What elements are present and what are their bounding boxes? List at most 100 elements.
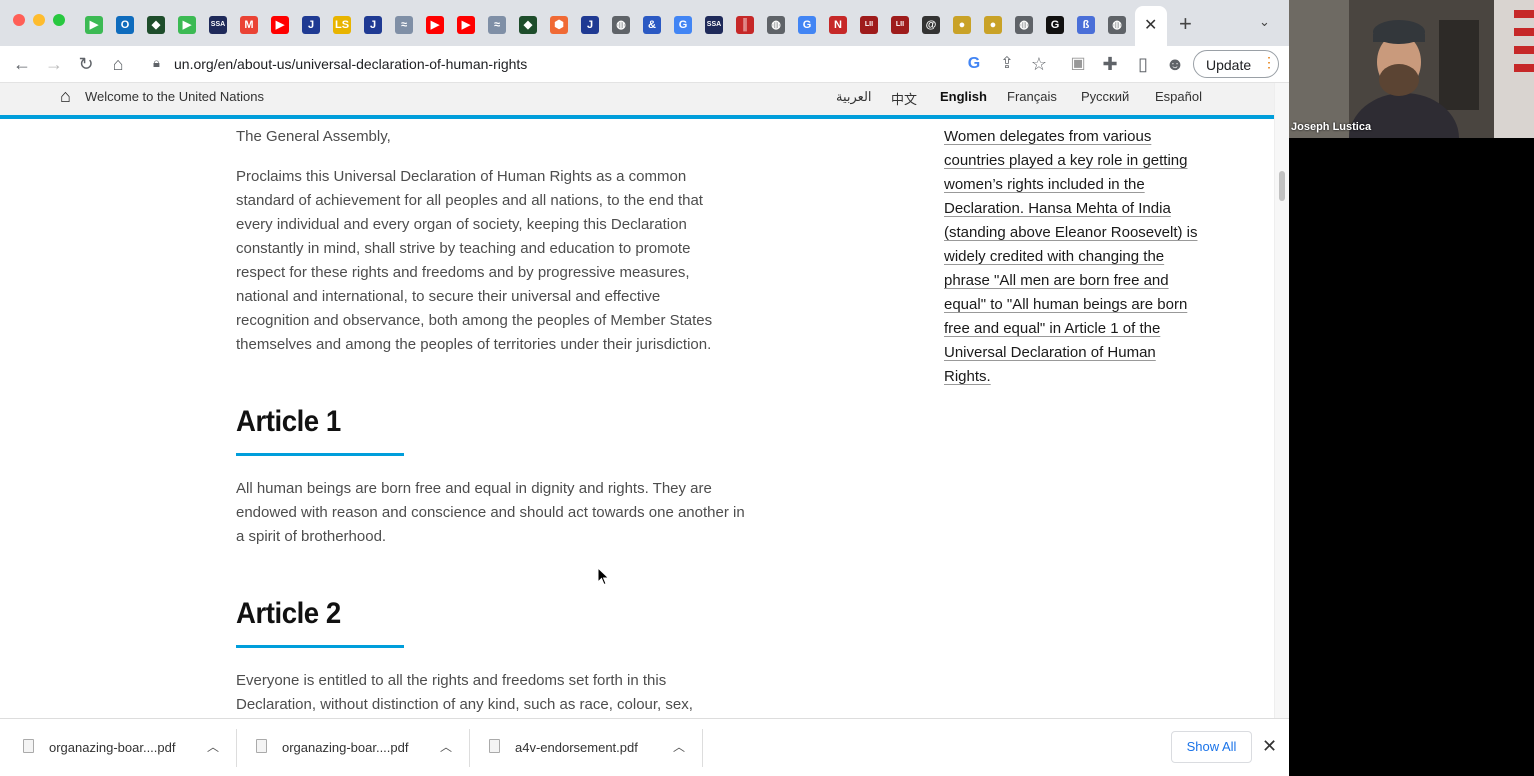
url-text: un.org/en/about-us/universal-declaration… xyxy=(174,56,528,72)
browser-toolbar: ← → ↻ ⌂ 🔒︎ un.org/en/about-us/universal-… xyxy=(0,46,1289,83)
language-english[interactable]: English xyxy=(940,89,987,104)
share-icon[interactable]: ⇪ xyxy=(995,52,1019,76)
pdf-file-icon xyxy=(489,739,500,753)
youtube-icon[interactable]: ▶ xyxy=(271,16,289,34)
download-item[interactable]: organazing-boar....pdf ︿ xyxy=(0,719,236,776)
wave-icon[interactable]: ≈ xyxy=(488,16,506,34)
divider xyxy=(702,729,703,767)
article-1-heading: Article 1 xyxy=(236,405,341,438)
welcome-link[interactable]: Welcome to the United Nations xyxy=(85,89,264,104)
image-caption[interactable]: Women delegates from various countries p… xyxy=(944,125,1206,389)
wave-icon[interactable]: ≈ xyxy=(395,16,413,34)
download-filename: a4v-endorsement.pdf xyxy=(515,740,638,755)
pdf-file-icon xyxy=(256,739,267,753)
hex-icon[interactable]: ⬢ xyxy=(550,16,568,34)
side-panel-icon[interactable]: ▯ xyxy=(1131,52,1155,76)
google-lens-icon[interactable]: G xyxy=(962,52,986,76)
bookmark-star-icon[interactable]: ☆ xyxy=(1027,52,1051,76)
article-2-underline xyxy=(236,645,404,648)
general-assembly-text: The General Assembly, xyxy=(236,128,391,145)
j-icon[interactable]: J xyxy=(302,16,320,34)
home-icon[interactable]: ⌂ xyxy=(60,86,71,107)
download-filename: organazing-boar....pdf xyxy=(49,740,176,755)
participant-video-feed xyxy=(1289,0,1534,138)
globe-icon[interactable]: ◍ xyxy=(767,16,785,34)
coin-icon[interactable]: ● xyxy=(984,16,1002,34)
pdf-file-icon xyxy=(23,739,34,753)
gmail-icon[interactable]: M xyxy=(240,16,258,34)
page-content: The General Assembly, Proclaims this Uni… xyxy=(0,119,1274,717)
extension-icon[interactable]: ▣ xyxy=(1066,52,1090,76)
ampersand-icon[interactable]: & xyxy=(643,16,661,34)
globe-icon[interactable]: ◍ xyxy=(612,16,630,34)
proclamation-text: Proclaims this Universal Declaration of … xyxy=(236,168,713,353)
download-item[interactable]: organazing-boar....pdf ︿ xyxy=(237,719,470,776)
language-arabic[interactable]: العربية xyxy=(836,89,872,105)
article-1-text: All human beings are born free and equal… xyxy=(236,480,745,545)
forward-button[interactable]: → xyxy=(42,52,66,76)
show-all-button[interactable]: Show All xyxy=(1171,731,1252,763)
globe-icon[interactable]: ◍ xyxy=(1015,16,1033,34)
chevron-up-icon[interactable]: ︿ xyxy=(440,738,452,755)
close-icon[interactable]: ✕ xyxy=(1262,736,1277,757)
spiral-icon[interactable]: @ xyxy=(922,16,940,34)
download-item[interactable]: a4v-endorsement.pdf ︿ xyxy=(470,719,703,776)
outlook-icon[interactable]: O xyxy=(116,16,134,34)
tab-search-chevron-icon[interactable]: ⌄ xyxy=(1259,14,1270,30)
coin-icon[interactable]: ● xyxy=(953,16,971,34)
menu-dots-icon: ⋮ xyxy=(1262,54,1276,70)
tab-strip: ▶ O ◆ ▶ SSA M ▶ J LS J ≈ ▶ ▶ ≈ ◆ ⬢ J ◍ & G SSA ║ ◍ G N LII LII @ ● ● ◍… xyxy=(0,0,1289,46)
play-icon[interactable]: ▶ xyxy=(178,16,196,34)
minimize-window-button[interactable] xyxy=(33,14,45,26)
bars-icon[interactable]: ║ xyxy=(736,16,754,34)
google-icon[interactable]: G xyxy=(674,16,692,34)
j-icon[interactable]: J xyxy=(364,16,382,34)
back-button[interactable]: ← xyxy=(10,52,34,76)
ssa-icon[interactable]: SSA xyxy=(209,16,227,34)
google-icon[interactable]: G xyxy=(798,16,816,34)
close-tab-icon[interactable]: ✕ xyxy=(1144,15,1157,35)
tab-active[interactable]: ✕ xyxy=(1135,6,1167,46)
language-chinese[interactable]: 中文 xyxy=(891,89,917,108)
chevron-up-icon[interactable]: ︿ xyxy=(207,738,219,755)
close-window-button[interactable] xyxy=(13,14,25,26)
reload-button[interactable]: ↻ xyxy=(74,52,98,76)
downloads-bar: organazing-boar....pdf ︿ organazing-boar… xyxy=(0,718,1289,776)
download-filename: organazing-boar....pdf xyxy=(282,740,409,755)
video-call-tile: Joseph Lustica xyxy=(1289,0,1534,138)
profile-avatar-icon[interactable]: ☻ xyxy=(1163,52,1187,76)
mouse-cursor-icon xyxy=(597,567,610,586)
address-bar[interactable]: 🔒︎ un.org/en/about-us/universal-declarat… xyxy=(143,50,1058,78)
un-top-bar: ⌂ Welcome to the United Nations العربية … xyxy=(0,83,1274,119)
browser-window: ▶ O ◆ ▶ SSA M ▶ J LS J ≈ ▶ ▶ ≈ ◆ ⬢ J ◍ & G SSA ║ ◍ G N LII LII @ ● ● ◍… xyxy=(0,0,1289,776)
lii-icon[interactable]: LII xyxy=(860,16,878,34)
bookmark-icon[interactable]: ß xyxy=(1077,16,1095,34)
article-1-underline xyxy=(236,453,404,456)
shield-icon[interactable]: ◆ xyxy=(147,16,165,34)
new-tab-button[interactable]: + xyxy=(1179,11,1192,37)
lii-icon[interactable]: LII xyxy=(891,16,909,34)
youtube-icon[interactable]: ▶ xyxy=(457,16,475,34)
g-icon[interactable]: G xyxy=(1046,16,1064,34)
language-spanish[interactable]: Español xyxy=(1155,89,1202,104)
play-icon[interactable]: ▶ xyxy=(85,16,103,34)
language-russian[interactable]: Русский xyxy=(1081,89,1129,104)
ls-icon[interactable]: LS xyxy=(333,16,351,34)
extensions-puzzle-icon[interactable]: ✚ xyxy=(1098,52,1122,76)
article-2-heading: Article 2 xyxy=(236,597,341,630)
shield-icon[interactable]: ◆ xyxy=(519,16,537,34)
home-button[interactable]: ⌂ xyxy=(106,52,130,76)
youtube-icon[interactable]: ▶ xyxy=(426,16,444,34)
page-scrollbar[interactable] xyxy=(1274,83,1289,718)
image-caption-text[interactable]: Women delegates from various countries p… xyxy=(944,128,1197,385)
j-icon[interactable]: J xyxy=(581,16,599,34)
globe-icon[interactable]: ◍ xyxy=(1108,16,1126,34)
update-button[interactable]: Update ⋮ xyxy=(1193,50,1279,78)
language-french[interactable]: Français xyxy=(1007,89,1057,104)
participant-name: Joseph Lustica xyxy=(1291,121,1372,133)
maximize-window-button[interactable] xyxy=(53,14,65,26)
nyt-icon[interactable]: N xyxy=(829,16,847,34)
scrollbar-thumb[interactable] xyxy=(1279,171,1285,201)
chevron-up-icon[interactable]: ︿ xyxy=(673,738,685,755)
ssa-icon[interactable]: SSA xyxy=(705,16,723,34)
